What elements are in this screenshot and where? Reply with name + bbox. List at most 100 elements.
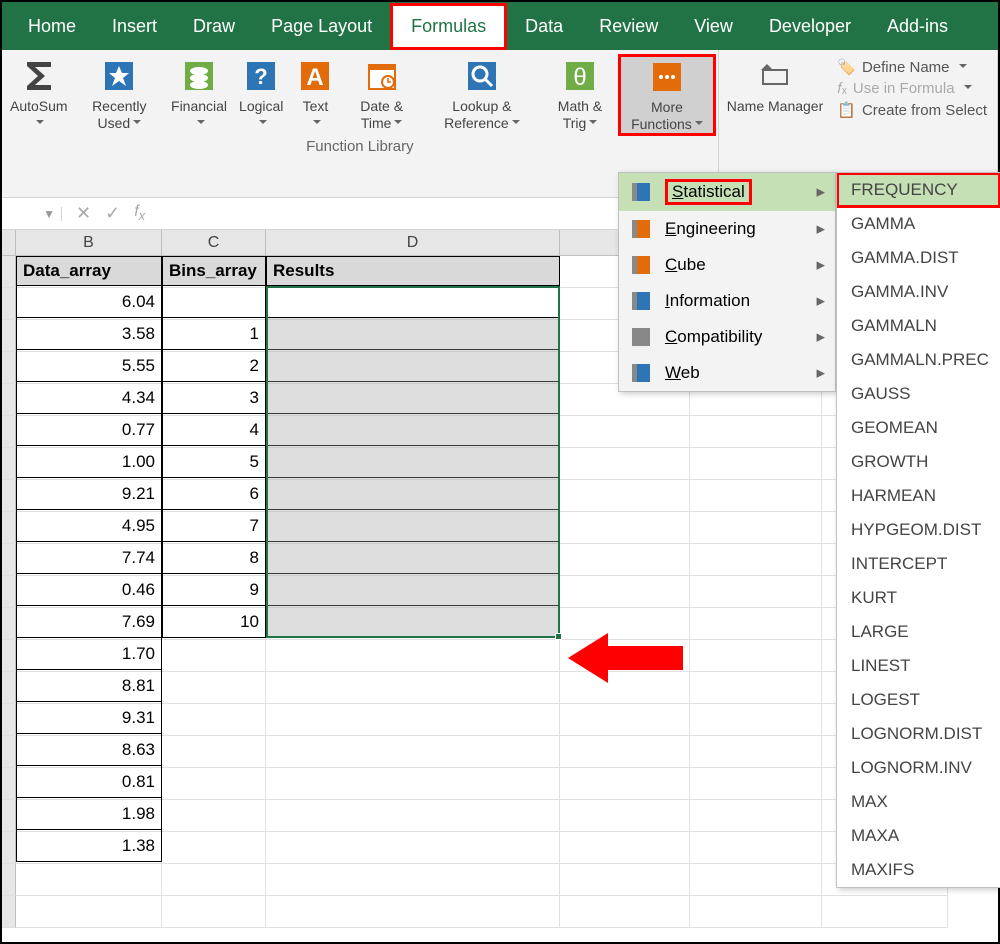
define-name-button[interactable]: 🏷️Define Name bbox=[837, 58, 987, 76]
submenu-item-gamma-inv[interactable]: GAMMA.INV bbox=[837, 275, 1000, 309]
submenu-item-gammaln-prec[interactable]: GAMMALN.PREC bbox=[837, 343, 1000, 377]
cell-results[interactable] bbox=[266, 286, 560, 318]
cell-data-array[interactable]: 7.69 bbox=[16, 606, 162, 638]
table-row[interactable]: 0.774 bbox=[16, 414, 560, 446]
cell-results[interactable] bbox=[266, 350, 560, 382]
math-trig-button[interactable]: θ Math & Trig bbox=[542, 54, 618, 136]
cell-data-array[interactable]: 5.55 bbox=[16, 350, 162, 382]
cell-data-array[interactable]: 4.34 bbox=[16, 382, 162, 414]
table-row[interactable]: 4.957 bbox=[16, 510, 560, 542]
submenu-item-gammaln[interactable]: GAMMALN bbox=[837, 309, 1000, 343]
submenu-item-frequency[interactable]: FREQUENCY bbox=[837, 173, 1000, 207]
tab-formulas[interactable]: Formulas bbox=[390, 3, 507, 50]
tab-data[interactable]: Data bbox=[507, 6, 581, 47]
table-row[interactable]: 6.04 bbox=[16, 286, 560, 318]
cell-bins-array[interactable]: 8 bbox=[162, 542, 266, 574]
cell-data-array[interactable]: 4.95 bbox=[16, 510, 162, 542]
submenu-item-growth[interactable]: GROWTH bbox=[837, 445, 1000, 479]
cell-data-array[interactable]: 7.74 bbox=[16, 542, 162, 574]
autosum-button[interactable]: AutoSum bbox=[4, 54, 74, 136]
cell-bins-array[interactable]: 5 bbox=[162, 446, 266, 478]
table-row[interactable]: 8.81 bbox=[16, 670, 560, 702]
cell-results[interactable] bbox=[266, 414, 560, 446]
table-row[interactable]: 7.6910 bbox=[16, 606, 560, 638]
menu-item-compatibility[interactable]: Compatibility▸ bbox=[619, 319, 835, 355]
table-row[interactable]: 4.343 bbox=[16, 382, 560, 414]
text-button[interactable]: A Text bbox=[289, 54, 341, 136]
cell-results[interactable] bbox=[266, 318, 560, 350]
recently-used-button[interactable]: Recently Used bbox=[74, 54, 165, 136]
cell-results[interactable] bbox=[266, 510, 560, 542]
cell-results[interactable] bbox=[266, 574, 560, 606]
name-box[interactable]: ▼ bbox=[2, 207, 62, 221]
submenu-item-maxa[interactable]: MAXA bbox=[837, 819, 1000, 853]
cell-bins-array[interactable]: 10 bbox=[162, 606, 266, 638]
menu-item-web[interactable]: Web▸ bbox=[619, 355, 835, 391]
table-row[interactable]: 1.38 bbox=[16, 830, 560, 862]
table-row[interactable]: 1.70 bbox=[16, 638, 560, 670]
tab-view[interactable]: View bbox=[676, 6, 751, 47]
table-row[interactable]: 9.216 bbox=[16, 478, 560, 510]
tab-draw[interactable]: Draw bbox=[175, 6, 253, 47]
cell-bins-array[interactable]: 1 bbox=[162, 318, 266, 350]
submenu-item-gamma[interactable]: GAMMA bbox=[837, 207, 1000, 241]
col-header-c[interactable]: C bbox=[162, 230, 266, 255]
tab-insert[interactable]: Insert bbox=[94, 6, 175, 47]
name-manager-button[interactable]: Name Manager bbox=[721, 54, 830, 123]
cell-bins-array[interactable] bbox=[162, 286, 266, 318]
col-header-d[interactable]: D bbox=[266, 230, 560, 255]
submenu-item-gauss[interactable]: GAUSS bbox=[837, 377, 1000, 411]
cell-data-array[interactable]: 1.38 bbox=[16, 830, 162, 862]
cell-data-array[interactable]: 0.81 bbox=[16, 766, 162, 798]
cell-data-array[interactable]: 8.81 bbox=[16, 670, 162, 702]
table-row[interactable]: 7.748 bbox=[16, 542, 560, 574]
cell-bins-array[interactable]: 3 bbox=[162, 382, 266, 414]
menu-item-engineering[interactable]: Engineering▸ bbox=[619, 211, 835, 247]
cell-data-array[interactable]: 9.21 bbox=[16, 478, 162, 510]
table-row[interactable]: 0.469 bbox=[16, 574, 560, 606]
use-in-formula-button[interactable]: 𝑓ₓUse in Formula bbox=[837, 80, 987, 97]
submenu-item-max[interactable]: MAX bbox=[837, 785, 1000, 819]
submenu-item-geomean[interactable]: GEOMEAN bbox=[837, 411, 1000, 445]
date-time-button[interactable]: Date & Time bbox=[341, 54, 422, 136]
cell-bins-array[interactable]: 6 bbox=[162, 478, 266, 510]
cell-data-array[interactable]: 6.04 bbox=[16, 286, 162, 318]
submenu-item-hypgeom-dist[interactable]: HYPGEOM.DIST bbox=[837, 513, 1000, 547]
menu-item-cube[interactable]: Cube▸ bbox=[619, 247, 835, 283]
cell-results[interactable] bbox=[266, 606, 560, 638]
lookup-reference-button[interactable]: Lookup & Reference bbox=[422, 54, 542, 136]
cell-results[interactable] bbox=[266, 446, 560, 478]
table-row[interactable]: 0.81 bbox=[16, 766, 560, 798]
cell-data-array[interactable]: 1.00 bbox=[16, 446, 162, 478]
submenu-item-harmean[interactable]: HARMEAN bbox=[837, 479, 1000, 513]
enter-icon[interactable]: ✓ bbox=[105, 203, 120, 224]
cell-data-array[interactable]: 9.31 bbox=[16, 702, 162, 734]
submenu-item-kurt[interactable]: KURT bbox=[837, 581, 1000, 615]
submenu-item-large[interactable]: LARGE bbox=[837, 615, 1000, 649]
cell-bins-array[interactable]: 4 bbox=[162, 414, 266, 446]
cell-bins-array[interactable]: 2 bbox=[162, 350, 266, 382]
col-header-b[interactable]: B bbox=[16, 230, 162, 255]
tab-review[interactable]: Review bbox=[581, 6, 676, 47]
header-bins-array[interactable]: Bins_array bbox=[162, 256, 266, 286]
cell-bins-array[interactable]: 9 bbox=[162, 574, 266, 606]
submenu-item-lognorm-inv[interactable]: LOGNORM.INV bbox=[837, 751, 1000, 785]
submenu-item-intercept[interactable]: INTERCEPT bbox=[837, 547, 1000, 581]
cell-data-array[interactable]: 1.70 bbox=[16, 638, 162, 670]
menu-item-information[interactable]: Information▸ bbox=[619, 283, 835, 319]
table-row[interactable]: 1.005 bbox=[16, 446, 560, 478]
more-functions-button[interactable]: More Functions bbox=[618, 54, 716, 136]
table-row[interactable]: 1.98 bbox=[16, 798, 560, 830]
cell-results[interactable] bbox=[266, 478, 560, 510]
cell-data-array[interactable]: 0.46 bbox=[16, 574, 162, 606]
financial-button[interactable]: Financial bbox=[165, 54, 233, 136]
tab-home[interactable]: Home bbox=[10, 6, 94, 47]
table-row[interactable]: 8.63 bbox=[16, 734, 560, 766]
cancel-icon[interactable]: ✕ bbox=[76, 203, 91, 224]
tab-page-layout[interactable]: Page Layout bbox=[253, 6, 390, 47]
cell-data-array[interactable]: 1.98 bbox=[16, 798, 162, 830]
submenu-item-lognorm-dist[interactable]: LOGNORM.DIST bbox=[837, 717, 1000, 751]
cell-data-array[interactable]: 3.58 bbox=[16, 318, 162, 350]
submenu-item-linest[interactable]: LINEST bbox=[837, 649, 1000, 683]
cell-data-array[interactable]: 8.63 bbox=[16, 734, 162, 766]
